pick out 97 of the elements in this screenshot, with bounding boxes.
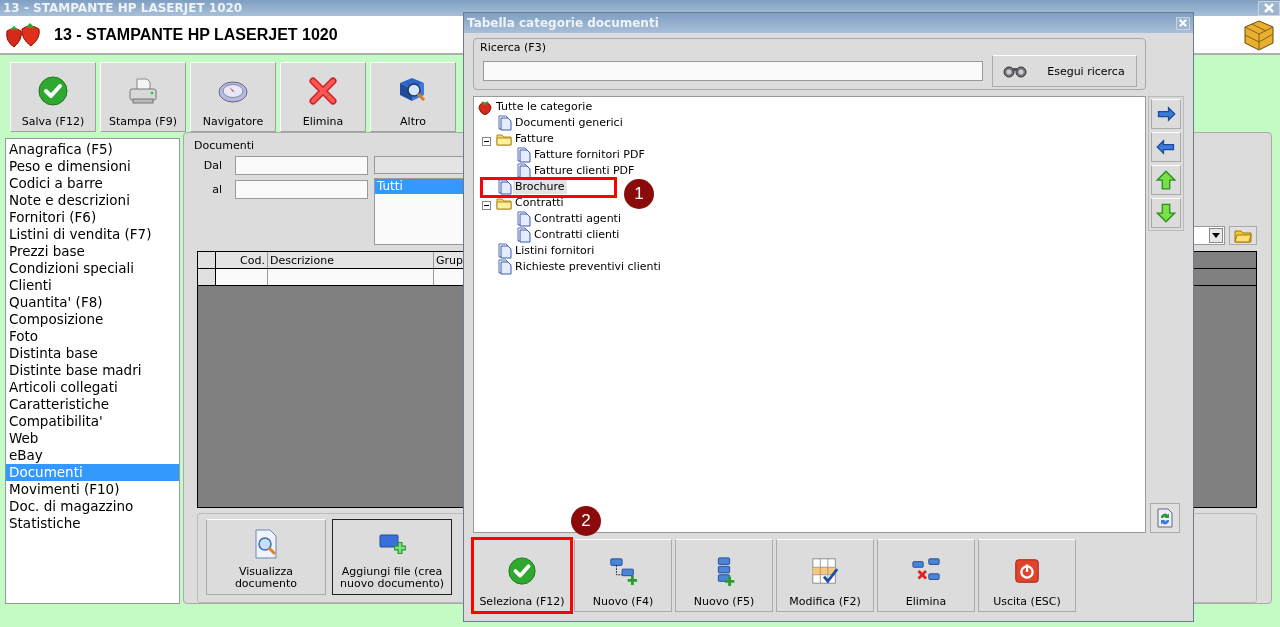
input-field[interactable] <box>235 180 368 200</box>
section-item[interactable]: Movimenti (F10) <box>6 481 179 498</box>
section-item[interactable]: Web <box>6 430 179 447</box>
section-item[interactable]: Condizioni speciali <box>6 260 179 277</box>
tree-item[interactable]: Fatture clienti PDF <box>532 164 637 178</box>
cross-icon <box>307 74 339 107</box>
close-icon <box>1264 3 1274 13</box>
section-item[interactable]: Quantita' (F8) <box>6 294 179 311</box>
toolbar-button[interactable]: Navigatore <box>190 62 276 132</box>
search-button[interactable]: Esegui ricerca <box>992 55 1137 88</box>
grid-check-icon <box>810 555 840 586</box>
section-item[interactable]: Doc. di magazzino <box>6 498 179 515</box>
tree-item[interactable]: Contratti clienti <box>532 228 622 242</box>
action-button[interactable]: Aggiungi file (crea nuovo documento) <box>332 519 452 596</box>
tree-item[interactable]: Tutte le categorie <box>494 100 595 114</box>
dialog-button[interactable]: Nuovo (F5) <box>675 539 773 612</box>
document-icon <box>515 163 531 179</box>
document-icon <box>515 227 531 243</box>
section-item[interactable]: Note e descrizioni <box>6 192 179 209</box>
dialog-button[interactable]: Nuovo (F4) <box>574 539 672 612</box>
column-header: Cod. <box>216 252 268 269</box>
record-title: 13 - STAMPANTE HP LASERJET 1020 <box>54 24 339 45</box>
tree-item[interactable]: Contratti <box>513 196 566 210</box>
document-icon <box>496 243 512 259</box>
dialog-button[interactable]: Seleziona (F12) <box>473 539 571 612</box>
up-arrow-icon <box>1156 170 1176 190</box>
tree-item[interactable]: Contratti agenti <box>532 212 623 226</box>
hierarchy-add-icon <box>608 555 638 586</box>
cube-icon <box>1242 17 1276 52</box>
folder-icon <box>496 195 512 211</box>
section-item[interactable]: Distinte base madri <box>6 362 179 379</box>
toolbar-button[interactable]: Altro <box>370 62 456 132</box>
checkmark-icon <box>37 74 69 107</box>
section-item[interactable]: Peso e dimensioni <box>6 158 179 175</box>
arrow-button[interactable] <box>1151 99 1181 129</box>
document-icon <box>496 259 512 275</box>
group-title: Documenti <box>194 139 255 153</box>
input-field[interactable] <box>235 156 368 176</box>
section-item[interactable]: Composizione <box>6 311 179 328</box>
dialog-button[interactable]: Uscita (ESC) <box>978 539 1076 612</box>
checkmark-icon <box>507 555 537 586</box>
folder-icon <box>1234 228 1252 244</box>
section-item[interactable]: Codici a barre <box>6 175 179 192</box>
folder-icon <box>496 131 512 147</box>
close-button[interactable] <box>1258 0 1280 16</box>
search-field[interactable] <box>483 61 984 82</box>
tree-item[interactable]: Fatture <box>513 132 556 146</box>
section-item[interactable]: eBay <box>6 447 179 464</box>
dropdown-button[interactable] <box>1209 228 1223 244</box>
table-cell <box>216 269 268 286</box>
section-item[interactable]: Listini di vendita (F7) <box>6 226 179 243</box>
collapse-icon <box>482 201 491 210</box>
dialog-button[interactable]: Modifica (F2) <box>776 539 874 612</box>
tree-item[interactable]: Fatture fornitori PDF <box>532 148 647 162</box>
folder-button[interactable] <box>1229 226 1257 246</box>
document-icon <box>496 179 512 195</box>
column-header: Descrizione <box>268 252 434 269</box>
section-item[interactable]: Statistiche <box>6 515 179 532</box>
section-item[interactable]: Caratteristiche <box>6 396 179 413</box>
section-item[interactable]: Foto <box>6 328 179 345</box>
dialog-title: Tabella categorie documenti <box>467 15 659 31</box>
toolbar-button[interactable]: Elimina <box>280 62 366 132</box>
close-icon <box>1179 19 1187 27</box>
callout-badge: 1 <box>624 179 654 209</box>
tree-item[interactable]: Documenti generici <box>513 116 625 130</box>
strawberry-icon <box>477 99 493 115</box>
field-label: al <box>211 183 223 197</box>
group-title: Ricerca (F3) <box>480 41 546 54</box>
caret-icon <box>1212 233 1220 239</box>
refresh-icon <box>1154 507 1176 529</box>
section-item[interactable]: Articoli collegati <box>6 379 179 396</box>
section-item[interactable]: Fornitori (F6) <box>6 209 179 226</box>
toolbar-button[interactable]: Stampa (F9) <box>100 62 186 132</box>
action-button[interactable]: Visualizza documento <box>206 519 326 596</box>
arrow-button[interactable] <box>1151 198 1181 228</box>
tree-item[interactable]: Brochure <box>513 180 567 194</box>
toolbar-button[interactable]: Salva (F12) <box>10 62 96 132</box>
collapse-icon <box>482 137 491 146</box>
section-item[interactable]: Clienti <box>6 277 179 294</box>
arrow-button[interactable] <box>1151 165 1181 195</box>
close-button[interactable] <box>1176 16 1190 30</box>
binoculars-icon <box>1003 64 1028 79</box>
document-icon <box>515 147 531 163</box>
section-item[interactable]: Distinta base <box>6 345 179 362</box>
refresh-button[interactable] <box>1150 503 1180 533</box>
document-icon <box>496 115 512 131</box>
right-arrow-icon <box>1156 104 1176 124</box>
field-label: Dal <box>202 159 223 173</box>
window-title: 13 - STAMPANTE HP LASERJET 1020 <box>2 0 243 16</box>
section-item[interactable]: Prezzi base <box>6 243 179 260</box>
dialog-button[interactable]: Elimina <box>877 539 975 612</box>
arrow-button[interactable] <box>1151 132 1181 162</box>
left-arrow-icon <box>1156 137 1176 157</box>
down-arrow-icon <box>1156 203 1176 223</box>
section-item[interactable]: Anagrafica (F5) <box>6 141 179 158</box>
document-icon <box>515 211 531 227</box>
section-item[interactable]: Compatibilita' <box>6 413 179 430</box>
